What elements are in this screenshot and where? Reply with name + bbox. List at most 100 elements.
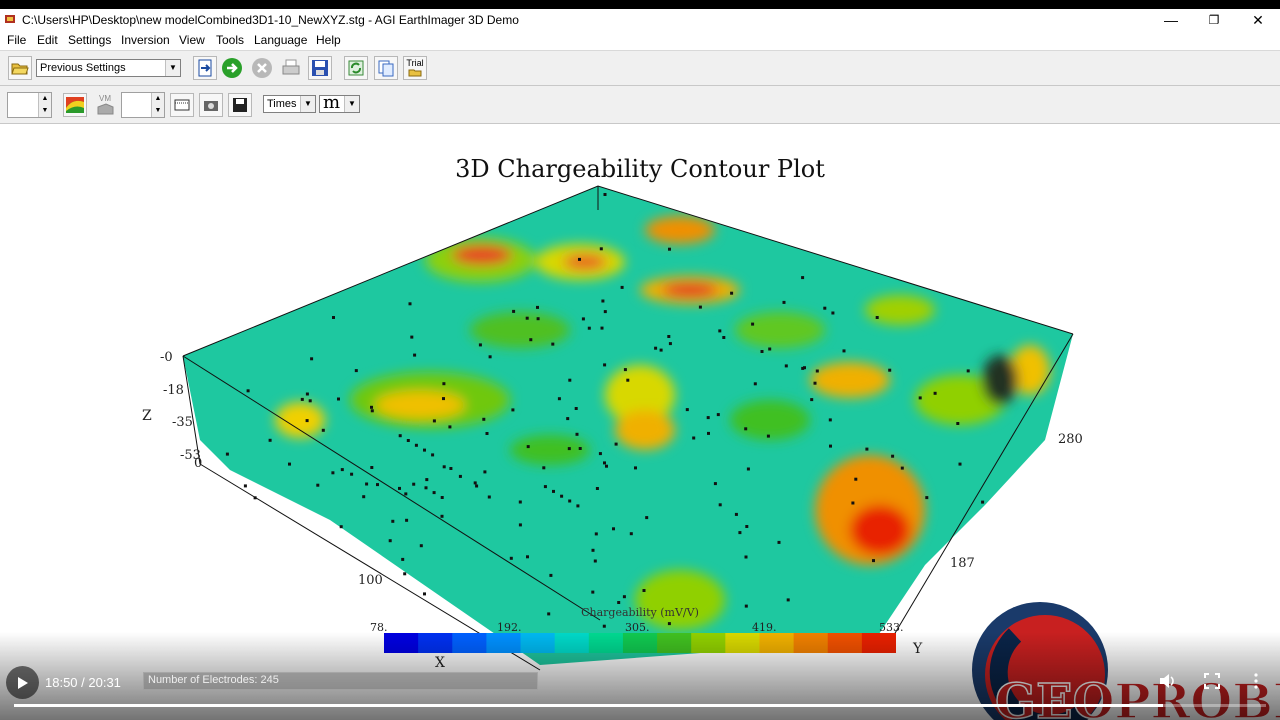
electrode-dot [602,624,606,628]
electrode-dot [591,548,595,552]
y-tick: 280 [1058,432,1083,447]
electrode-dot [716,413,720,417]
electrode-dot [707,431,710,435]
electrode-dot [362,495,366,499]
electrode-dot [405,518,409,522]
electrode-dot [831,311,835,315]
electrode-dot [918,396,922,400]
electrode-dot [557,397,561,401]
electrode-dot [751,322,755,326]
electrode-dot [925,496,929,500]
electrode-dot [487,495,491,499]
electrode-dot [784,364,788,368]
electrode-dot [536,305,539,309]
electrode-dot [601,299,605,303]
colorbar-segment [418,633,453,653]
electrode-dot [620,285,624,289]
electrode-dot [851,501,855,505]
x-tick: 100 [358,573,383,588]
electrode-dot [575,432,579,436]
electrode-dot [440,496,444,499]
electrode-dot [552,489,555,493]
electrode-dot [478,343,482,347]
electrode-dot [578,447,582,450]
play-icon [17,676,28,689]
electrode-dot [782,300,786,304]
electrode-dot [612,527,615,531]
more-options-button[interactable] [1246,671,1266,691]
status-bar: Number of Electrodes: 245 [143,672,538,690]
electrode-dot [888,368,892,372]
electrode-dot [518,523,522,527]
electrode-dot [813,381,817,385]
electrode-dot [668,247,671,251]
colorbar-segment [827,633,863,653]
electrode-dot [509,556,513,560]
electrode-dot [581,317,585,321]
electrode-dot [414,443,418,447]
electrode-dot [423,592,426,596]
electrode-dot [475,484,479,488]
electrode-dot [340,468,344,472]
electrode-dot [401,557,405,561]
electrode-dot [745,525,749,528]
electrode-dot [626,378,630,382]
electrode-dot [659,348,663,352]
electrode-dot [753,382,757,386]
electrode-dot [842,349,846,353]
electrode-dot [536,317,540,321]
electrode-dot [391,519,395,523]
electrode-dot [891,454,895,458]
electrode-dot [488,355,492,359]
electrode-dot [424,486,428,490]
electrode-dot [370,409,374,413]
electrode-dot [692,436,696,440]
electrode-dot [605,464,608,468]
electrode-dot [900,466,904,470]
electrode-dot [598,452,602,456]
electrode-dot [654,346,658,350]
electrode-dot [667,622,671,626]
electrode-dot [440,514,444,518]
fullscreen-button[interactable] [1202,671,1222,691]
electrode-dot [410,335,414,339]
electrode-dot [225,452,229,456]
electrode-count: Number of Electrodes: 245 [148,674,279,686]
volume-button[interactable] [1158,671,1178,691]
colorbar-segment [554,633,590,653]
electrode-dot [645,516,649,520]
z-tick: -35 [172,415,193,430]
electrode-dot [933,391,937,395]
electrode-dot [332,316,335,319]
electrode-dot [449,467,453,470]
electrode-dot [526,555,529,559]
electrode-dot [829,444,832,448]
electrode-dot [288,462,291,466]
electrode-dot [442,382,446,386]
colorbar-segment [622,633,658,653]
electrode-dot [419,544,423,548]
electrode-dot [599,247,603,251]
colorbar-title: Chargeability (mV/V) [581,606,699,619]
electrode-dot [718,503,722,507]
electrode-dot [603,310,607,314]
electrode-dot [766,434,770,438]
electrode-dot [738,531,742,535]
electrode-dot [760,350,764,353]
electrode-dot [744,427,748,431]
colorbar-segment [384,633,419,653]
colorbar-segment [861,633,896,653]
electrode-dot [567,447,571,451]
video-progress-bar[interactable] [14,704,1266,707]
electrode-dot [956,422,960,425]
electrode-dot [603,193,607,196]
electrode-dot [576,504,580,508]
electrode-dot [706,416,710,420]
electrode-dot [305,392,309,396]
electrode-dot [485,432,489,435]
electrode-dot [810,398,814,402]
colorbar-segment [793,633,829,653]
electrode-dot [746,467,750,471]
colorbar [384,633,896,653]
play-button[interactable] [6,666,39,699]
